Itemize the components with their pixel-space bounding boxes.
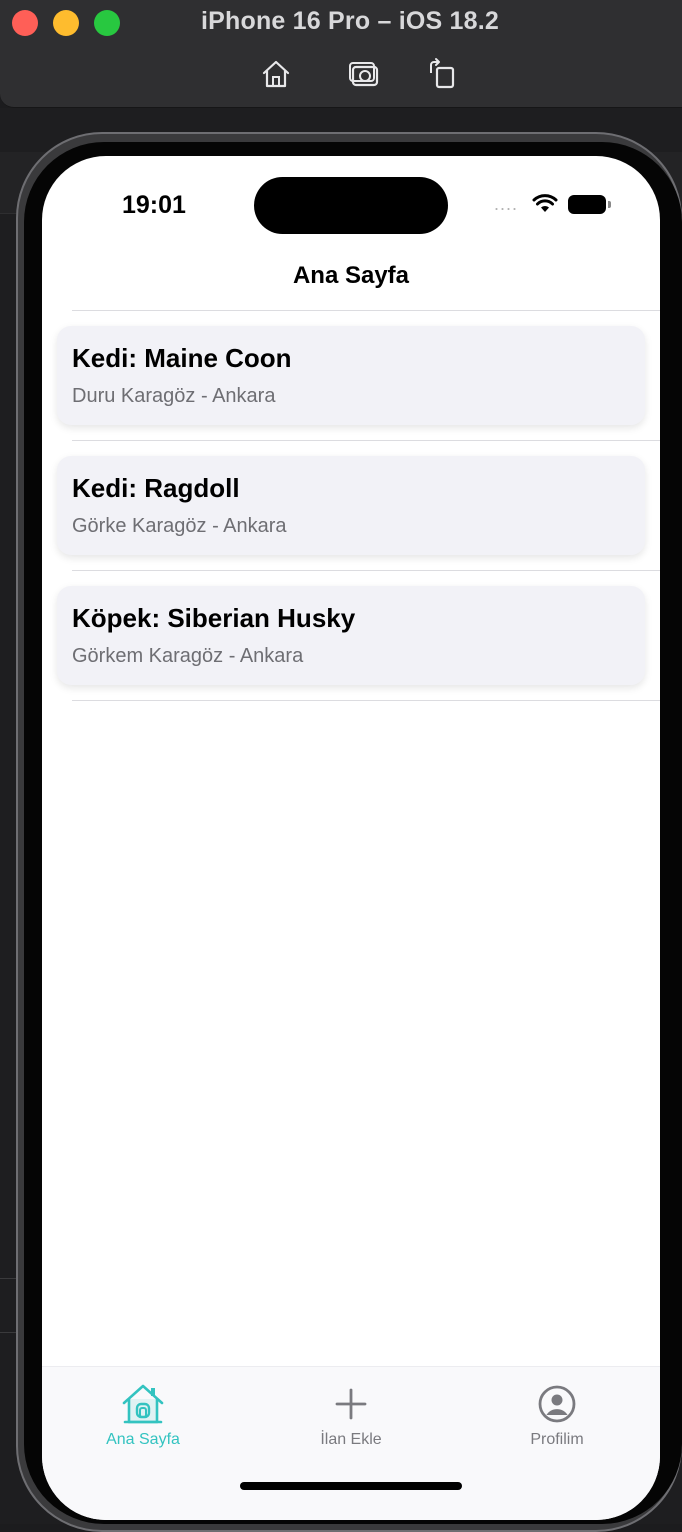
battery-icon (568, 194, 611, 214)
listing-title: Köpek: Siberian Husky (72, 603, 356, 633)
minimize-window-button[interactable] (53, 10, 79, 36)
listing-card[interactable]: Kedi: Ragdoll Görke Karagöz - Ankara (57, 456, 645, 555)
tab-bar: Ana Sayfa İlan Ekle Profilim (42, 1366, 660, 1520)
tab-ilan-ekle[interactable]: İlan Ekle (266, 1381, 436, 1449)
listing-row[interactable]: Köpek: Siberian Husky Görkem Karagöz - A… (42, 571, 660, 701)
dynamic-island (254, 177, 448, 234)
home-button[interactable] (258, 56, 294, 92)
status-icons: .... (493, 194, 611, 214)
tab-ana-sayfa[interactable]: Ana Sayfa (58, 1381, 228, 1449)
tab-label: Ana Sayfa (106, 1431, 180, 1448)
cellular-signal-icon: .... (493, 194, 518, 214)
tab-label: İlan Ekle (320, 1431, 382, 1448)
screenshot-icon (349, 62, 379, 87)
listing-card[interactable]: Kedi: Maine Coon Duru Karagöz - Ankara (57, 326, 645, 425)
close-window-button[interactable] (12, 10, 38, 36)
rotate-icon (430, 58, 455, 89)
row-divider (72, 700, 660, 701)
listing-row[interactable]: Kedi: Ragdoll Görke Karagöz - Ankara (42, 441, 660, 571)
plus-icon (335, 1388, 367, 1420)
screenshot-button[interactable] (346, 56, 382, 92)
page-title: Ana Sayfa (292, 262, 410, 289)
home-icon (262, 60, 290, 88)
listing-subtitle: Duru Karagöz - Ankara (72, 385, 276, 407)
phone-screen: 19:01 .... Ana Sayfa Kedi: Maine Coon Du… (42, 156, 660, 1520)
person-circle-icon (538, 1385, 576, 1423)
listing-list: Kedi: Maine Coon Duru Karagöz - Ankara K… (42, 311, 660, 701)
rotate-button[interactable] (424, 56, 460, 92)
listing-title: Kedi: Ragdoll (72, 473, 240, 503)
simulator-title: iPhone 16 Pro – iOS 18.2 (201, 7, 499, 35)
home-indicator[interactable] (240, 1482, 462, 1490)
listing-title: Kedi: Maine Coon (72, 343, 292, 373)
simulator-titlebar: iPhone 16 Pro – iOS 18.2 (0, 0, 682, 108)
wifi-icon (532, 194, 558, 212)
listing-subtitle: Görke Karagöz - Ankara (72, 515, 287, 537)
listing-card[interactable]: Köpek: Siberian Husky Görkem Karagöz - A… (57, 586, 645, 685)
listing-subtitle: Görkem Karagöz - Ankara (72, 645, 304, 667)
tab-profilim[interactable]: Profilim (472, 1381, 642, 1449)
house-icon (122, 1384, 164, 1424)
listing-row[interactable]: Kedi: Maine Coon Duru Karagöz - Ankara (42, 311, 660, 441)
status-time: 19:01 (122, 191, 186, 219)
tab-label: Profilim (530, 1431, 584, 1448)
zoom-window-button[interactable] (94, 10, 120, 36)
